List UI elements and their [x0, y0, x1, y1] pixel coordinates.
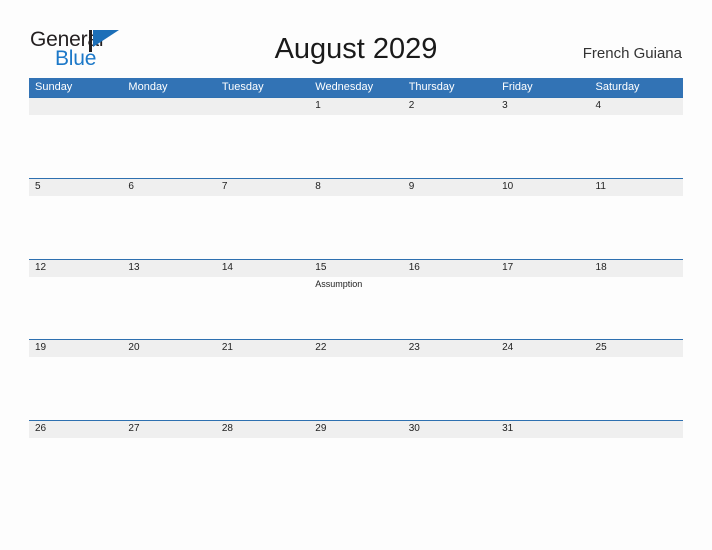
calendar-day-cell[interactable]: 31: [496, 419, 590, 500]
day-number-band: [589, 97, 683, 115]
calendar-weeks: 1 2 3 4 5 6 7 8 9 10 11 12 13 14 15 Assumption 16 17 18 19 2…: [29, 97, 683, 500]
calendar-day-cell[interactable]: 9: [402, 178, 497, 259]
calendar-day-cell[interactable]: 2: [402, 97, 497, 178]
day-number: 27: [128, 422, 140, 434]
day-number: 26: [35, 422, 47, 434]
calendar-day-cell[interactable]: 23: [402, 339, 497, 420]
day-number: 18: [595, 261, 607, 273]
calendar-day-cell[interactable]: 13: [122, 258, 216, 339]
day-number-band: [402, 97, 497, 115]
weekday-header-sunday: Sunday: [35, 81, 73, 93]
calendar-day-cell-empty: [215, 97, 310, 178]
calendar-page: General Blue August 2029 French Guiana S…: [0, 0, 712, 550]
day-number: 13: [128, 261, 140, 273]
calendar-day-cell[interactable]: 17: [496, 258, 590, 339]
calendar-day-cell-empty: [29, 97, 123, 178]
calendar-day-cell[interactable]: 20: [122, 339, 216, 420]
day-number: 12: [35, 261, 47, 273]
day-number: 19: [35, 342, 47, 353]
day-number: 2: [408, 100, 415, 111]
calendar-week-row: 19 20 21 22 23 24 25: [29, 339, 683, 420]
calendar-day-cell[interactable]: 25: [589, 339, 683, 420]
day-number: 21: [221, 342, 233, 353]
day-number-band: [29, 178, 123, 196]
day-number-band: [402, 178, 497, 196]
weekday-header-wednesday: Wednesday: [315, 81, 374, 93]
day-number: 25: [595, 342, 607, 353]
day-number: 8: [315, 181, 321, 192]
calendar-day-cell[interactable]: 3: [496, 97, 590, 178]
day-event-label: Assumption: [315, 278, 363, 289]
day-number-band: [309, 178, 403, 196]
page-header: General Blue August 2029 French Guiana: [0, 0, 712, 76]
weekday-header-tuesday: Tuesday: [221, 81, 264, 93]
day-number: 9: [408, 181, 415, 192]
calendar-day-cell[interactable]: 12: [29, 258, 123, 339]
calendar-week-row: 1 2 3 4: [29, 97, 683, 178]
day-number-band: [589, 419, 683, 438]
day-number: 24: [502, 342, 514, 353]
calendar-week-row: 5 6 7 8 9 10 11: [29, 178, 683, 259]
day-number: 1: [315, 100, 321, 111]
day-number-band: [215, 178, 310, 196]
day-number: 17: [502, 261, 514, 273]
day-number-band: [122, 178, 216, 196]
day-number: 15: [315, 261, 327, 273]
day-number: 3: [502, 100, 508, 111]
weekday-header-monday: Monday: [128, 81, 168, 93]
day-number-band: [29, 97, 123, 115]
day-number: 6: [128, 181, 134, 192]
day-number-band: [309, 97, 403, 115]
day-number-band: [215, 97, 310, 115]
calendar-day-cell[interactable]: 5: [29, 178, 123, 259]
calendar-day-cell[interactable]: 22: [309, 339, 403, 420]
calendar-day-cell[interactable]: 8: [309, 178, 403, 259]
day-number: 14: [221, 261, 233, 273]
calendar-day-cell[interactable]: 30: [402, 419, 497, 500]
calendar-day-cell[interactable]: 14: [215, 258, 310, 339]
weekday-header-thursday: Thursday: [408, 81, 455, 93]
calendar-day-cell[interactable]: 11: [589, 178, 683, 259]
calendar-day-cell-empty: [122, 97, 216, 178]
calendar-day-cell[interactable]: 4: [589, 97, 683, 178]
calendar-day-cell[interactable]: 29: [309, 419, 403, 500]
day-number: 20: [128, 342, 140, 353]
day-number: 5: [35, 181, 41, 192]
calendar-week-row: 26 27 28 29 30 31: [29, 419, 683, 500]
calendar-week-row: 12 13 14 15 Assumption 16 17 18: [29, 258, 683, 339]
calendar-day-cell[interactable]: 21: [215, 339, 310, 420]
calendar-day-cell[interactable]: 24: [496, 339, 590, 420]
day-number: 29: [315, 422, 327, 434]
day-number: 22: [315, 342, 327, 353]
day-number: 16: [408, 261, 420, 273]
calendar-day-cell[interactable]: 28: [215, 419, 310, 500]
calendar-day-cell[interactable]: 18: [589, 258, 683, 339]
calendar-day-cell[interactable]: 1: [309, 97, 403, 178]
calendar-day-cell[interactable]: 10: [496, 178, 590, 259]
calendar-day-cell[interactable]: 16: [402, 258, 497, 339]
day-number: 30: [408, 422, 420, 434]
day-number: 4: [595, 100, 602, 111]
calendar-day-cell[interactable]: 15 Assumption: [309, 258, 403, 339]
weekday-header-saturday: Saturday: [595, 81, 640, 93]
day-number: 31: [502, 422, 514, 434]
calendar-day-cell[interactable]: 26: [29, 419, 123, 500]
calendar-day-cell[interactable]: 7: [215, 178, 310, 259]
day-number-band: [496, 97, 590, 115]
calendar-day-cell[interactable]: 19: [29, 339, 123, 420]
region-label: French Guiana: [582, 45, 682, 62]
weekday-header-friday: Friday: [502, 81, 533, 93]
weekday-header-row: Sunday Monday Tuesday Wednesday Thursday Frid…: [29, 78, 683, 97]
day-number: 7: [221, 181, 228, 192]
calendar-day-cell[interactable]: 27: [122, 419, 216, 500]
day-number: 10: [502, 181, 514, 192]
day-number: 23: [408, 342, 420, 353]
day-number: 11: [595, 181, 606, 192]
day-number: 28: [221, 422, 233, 434]
calendar-grid: Sunday Monday Tuesday Wednesday Thursday Frid…: [29, 78, 683, 500]
day-number-band: [122, 97, 216, 115]
calendar-day-cell[interactable]: 6: [122, 178, 216, 259]
calendar-day-cell-empty: [589, 419, 683, 500]
